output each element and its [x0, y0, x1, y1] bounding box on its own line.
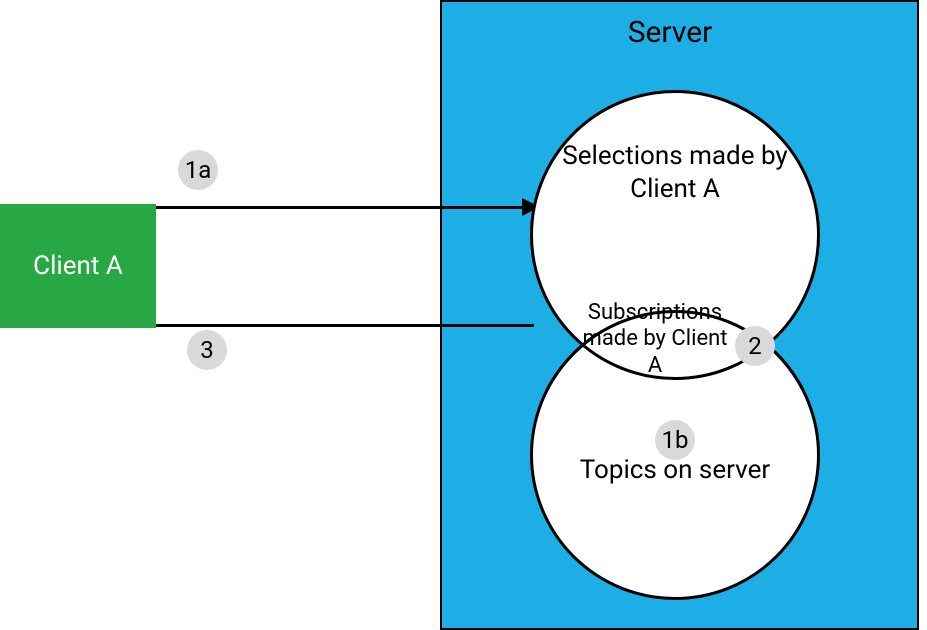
server-title: Server — [570, 15, 770, 50]
arrow-client-to-selections — [156, 206, 530, 209]
diagram-canvas: Server Client A Selections made by Clien… — [0, 0, 927, 630]
line-client-to-subscriptions — [156, 324, 534, 327]
badge-1b: 1b — [655, 420, 695, 460]
label-subscriptions: Subscriptions made by Client A — [580, 300, 730, 379]
label-selections: Selections made by Client A — [560, 140, 790, 205]
badge-1a: 1a — [178, 150, 218, 190]
client-a-label: Client A — [33, 251, 123, 281]
client-a-box: Client A — [0, 204, 156, 328]
badge-2: 2 — [735, 326, 775, 366]
badge-3: 3 — [187, 330, 227, 370]
